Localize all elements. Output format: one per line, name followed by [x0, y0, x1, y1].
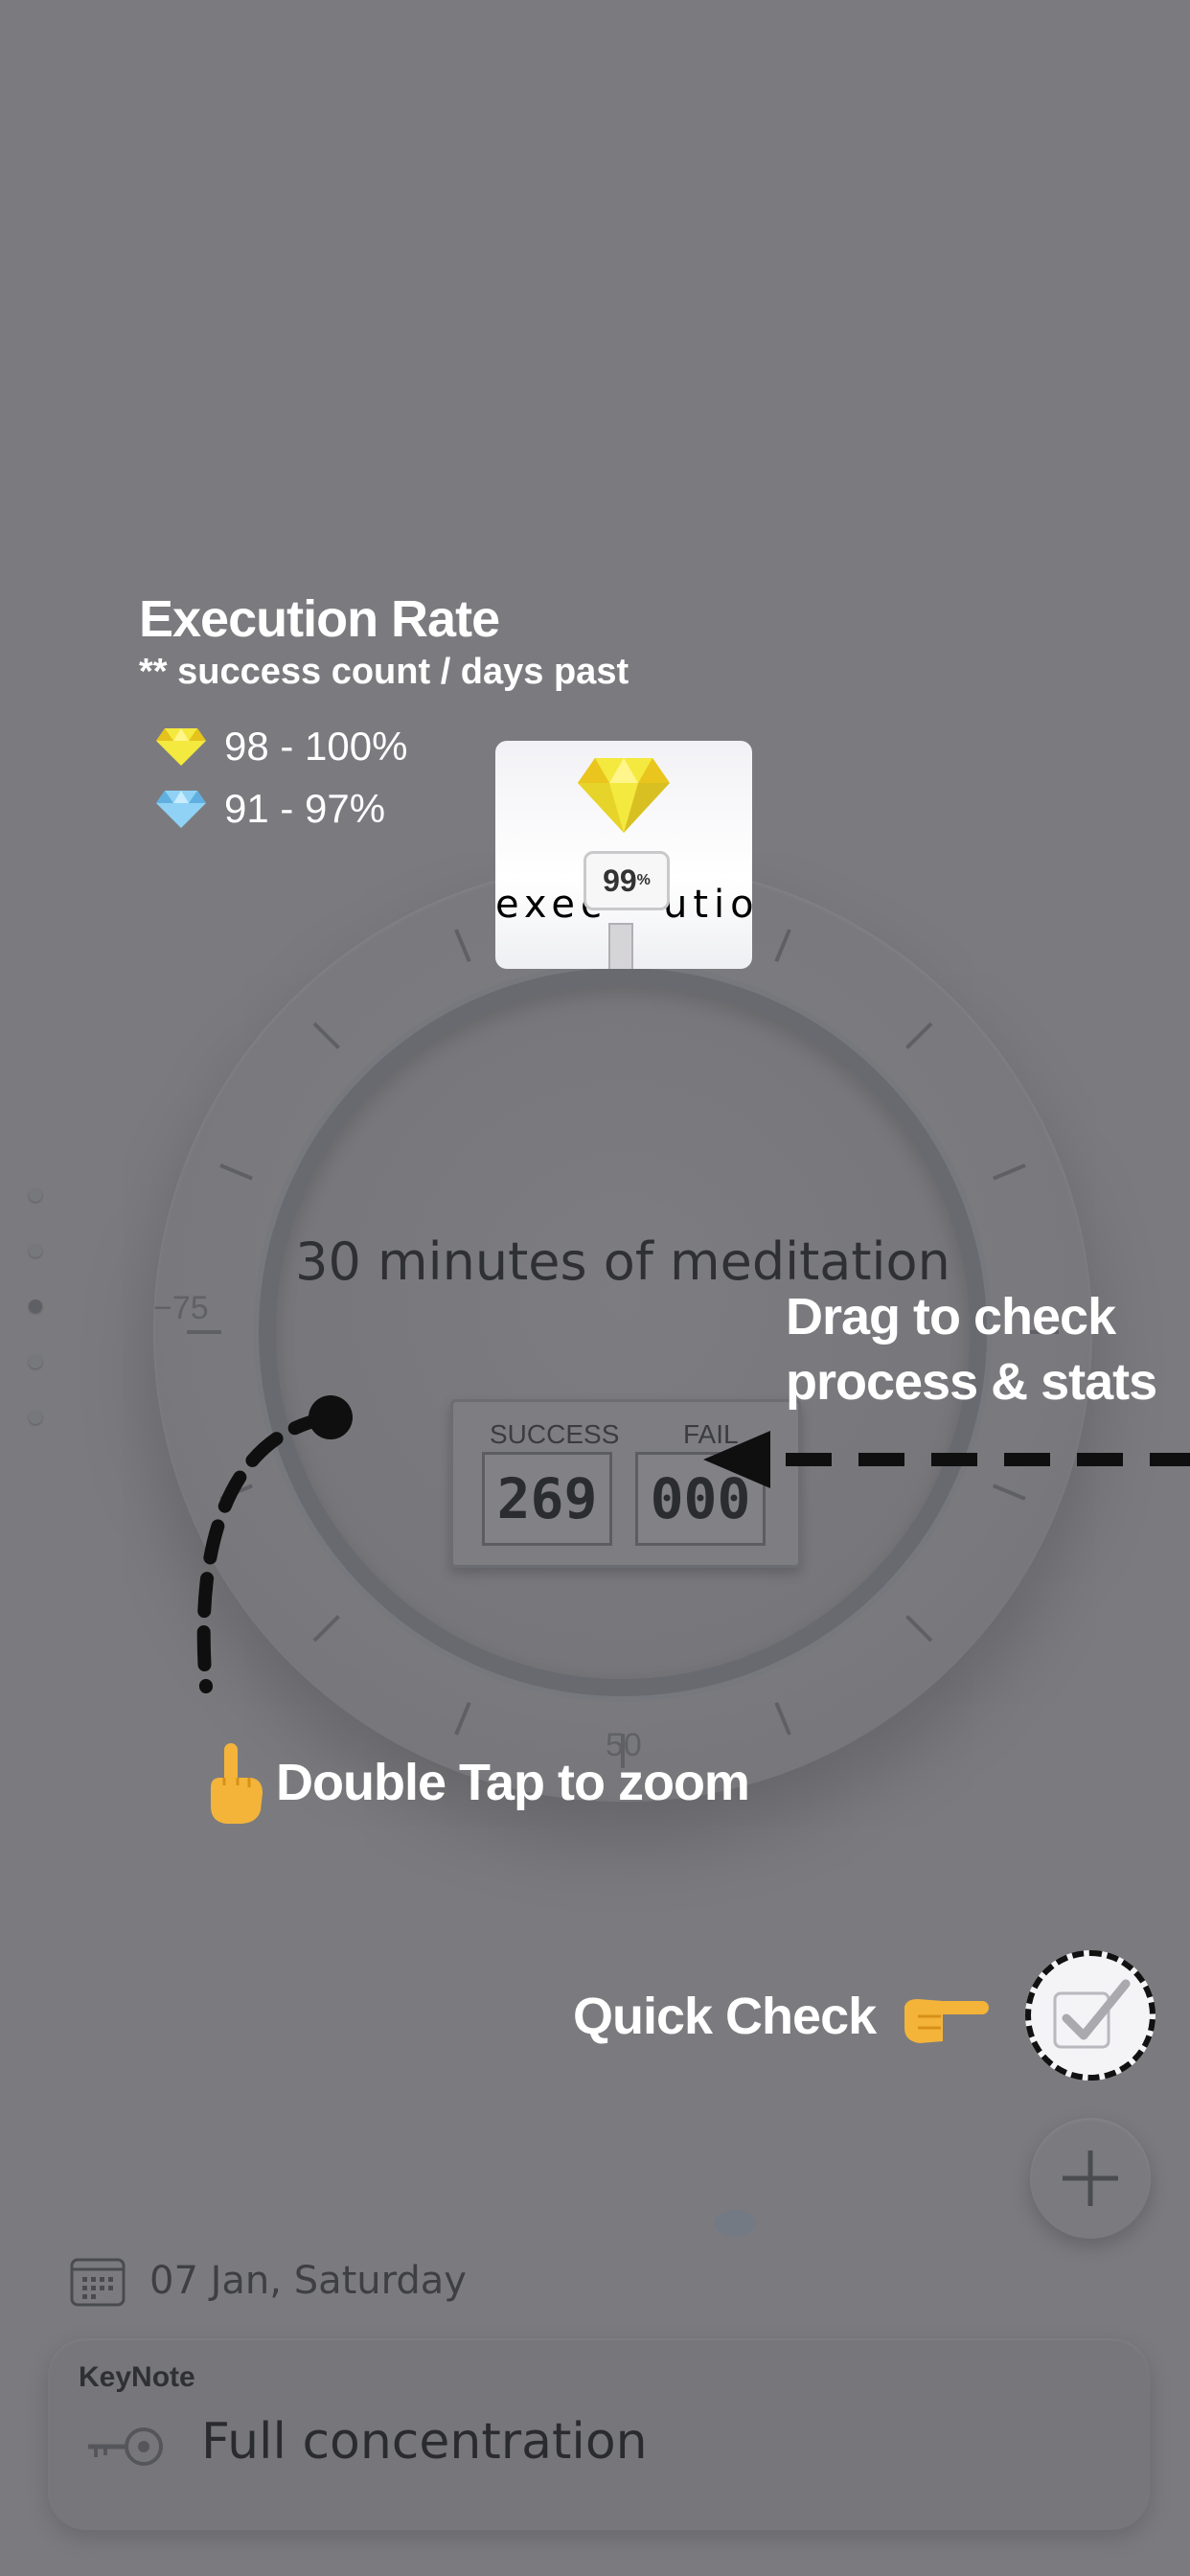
- quick-check-button[interactable]: [1025, 1950, 1156, 2081]
- checkmark-icon: [1053, 1979, 1131, 2049]
- add-habit-button[interactable]: [1030, 2118, 1151, 2239]
- legend-row-blue: 91 - 97%: [155, 786, 385, 832]
- side-page-indicator: [29, 1188, 42, 1424]
- dial-tick: [187, 1330, 221, 1334]
- legend-row-yellow: 98 - 100%: [155, 724, 407, 770]
- page-dot[interactable]: [29, 1188, 42, 1202]
- drag-callout-line2: process & stats: [786, 1353, 1157, 1411]
- execution-percent-badge: 99%: [584, 851, 670, 910]
- page-dot[interactable]: [29, 1300, 42, 1313]
- droplet-icon: [714, 2210, 756, 2237]
- drag-callout: Drag to check process & stats: [786, 1284, 1157, 1414]
- plus-icon: [1063, 2150, 1118, 2206]
- dial-pointer: [608, 923, 633, 969]
- quick-check-callout: Quick Check: [573, 1986, 991, 2047]
- habit-title: 30 minutes of meditation: [295, 1231, 950, 1292]
- execution-rate-title: Execution Rate: [139, 590, 500, 648]
- success-label: SUCCESS: [490, 1419, 620, 1449]
- legend-range-blue: 91 - 97%: [224, 786, 386, 831]
- key-icon: [88, 2427, 163, 2466]
- execution-rate-subtitle: ** success count / days past: [139, 652, 629, 692]
- page-dot[interactable]: [29, 1411, 42, 1424]
- page-dot[interactable]: [29, 1355, 42, 1368]
- legend-range-yellow: 98 - 100%: [224, 724, 408, 769]
- calendar-icon: [70, 2258, 126, 2307]
- success-count: 269: [482, 1452, 612, 1546]
- blue-diamond-icon: [156, 791, 206, 828]
- execution-rate-highlight: exec ution 99%: [495, 741, 752, 969]
- arc-text-right: ution: [663, 883, 752, 927]
- pointing-hand-icon: [211, 1743, 263, 1824]
- page-dot[interactable]: [29, 1244, 42, 1257]
- double-tap-arc-icon: [196, 1395, 353, 1693]
- date-label: 07 Jan, Saturday: [149, 2259, 467, 2303]
- drag-callout-line1: Drag to check: [786, 1288, 1116, 1346]
- keynote-card[interactable]: KeyNote Full concentration: [48, 2338, 1150, 2530]
- dial-label-left: −75: [153, 1290, 209, 1326]
- keynote-label: KeyNote: [79, 2361, 195, 2393]
- drag-arrow-icon: [703, 1431, 1190, 1488]
- pointing-right-hand-icon: [904, 1999, 990, 2043]
- yellow-diamond-icon: [578, 758, 670, 833]
- yellow-diamond-icon: [156, 728, 206, 766]
- date-row[interactable]: 07 Jan, Saturday: [69, 2254, 467, 2308]
- keynote-text: Full concentration: [201, 2413, 648, 2471]
- double-tap-callout: Double Tap to zoom: [201, 1739, 750, 1826]
